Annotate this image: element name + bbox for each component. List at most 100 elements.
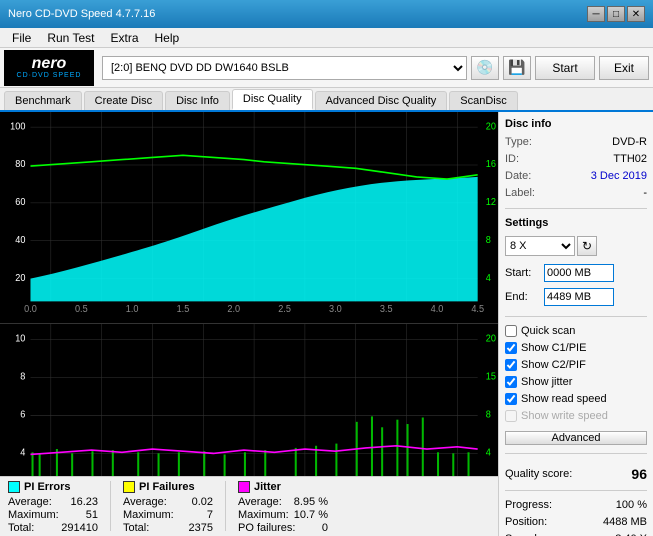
disc-id-row: ID: TTH02 — [505, 153, 647, 165]
pi-errors-title: PI Errors — [24, 481, 70, 493]
quick-scan-checkbox[interactable] — [505, 325, 517, 337]
disc-info-title: Disc info — [505, 118, 647, 130]
tab-disc-info[interactable]: Disc Info — [165, 91, 230, 110]
advanced-button[interactable]: Advanced — [505, 431, 647, 445]
svg-text:80: 80 — [15, 159, 25, 170]
end-input[interactable] — [544, 288, 614, 306]
pi-errors-total-label: Total: — [8, 522, 34, 534]
show-read-speed-row: Show read speed — [505, 393, 647, 405]
minimize-button[interactable]: ─ — [587, 6, 605, 22]
show-c2-row: Show C2/PIF — [505, 359, 647, 371]
pi-errors-group: PI Errors Average: 16.23 Maximum: 51 Tot… — [8, 481, 98, 534]
disc-date-row: Date: 3 Dec 2019 — [505, 170, 647, 182]
svg-text:0.0: 0.0 — [24, 304, 37, 315]
jitter-avg: Average: 8.95 % — [238, 496, 328, 508]
titlebar-title: Nero CD-DVD Speed 4.7.7.16 — [8, 8, 155, 20]
jitter-max: Maximum: 10.7 % — [238, 509, 328, 521]
exit-button[interactable]: Exit — [599, 56, 649, 80]
progress-label: Progress: — [505, 499, 552, 511]
save-button[interactable]: 💾 — [503, 56, 531, 80]
tab-disc-quality[interactable]: Disc Quality — [232, 89, 313, 110]
close-button[interactable]: ✕ — [627, 6, 645, 22]
progress-value: 100 % — [616, 499, 647, 511]
start-input[interactable] — [544, 264, 614, 282]
show-read-speed-label: Show read speed — [521, 393, 607, 405]
menu-extra[interactable]: Extra — [102, 28, 146, 47]
pi-failures-max-val: 7 — [207, 509, 213, 521]
progress-row: Progress: 100 % — [505, 499, 647, 511]
tab-create-disc[interactable]: Create Disc — [84, 91, 163, 110]
tab-benchmark[interactable]: Benchmark — [4, 91, 82, 110]
jitter-group: Jitter Average: 8.95 % Maximum: 10.7 % P… — [238, 481, 328, 534]
divider-2 — [505, 316, 647, 317]
pi-errors-color — [8, 481, 20, 493]
pi-errors-total: Total: 291410 — [8, 522, 98, 534]
pi-errors-avg: Average: 16.23 — [8, 496, 98, 508]
jitter-max-val: 10.7 % — [294, 509, 328, 521]
start-button[interactable]: Start — [535, 56, 595, 80]
upper-chart: 100 80 60 40 20 20 16 12 8 4 0.0 0.5 1.0… — [0, 112, 498, 324]
jitter-avg-val: 8.95 % — [294, 496, 328, 508]
svg-text:10: 10 — [15, 333, 25, 344]
svg-text:60: 60 — [15, 197, 25, 208]
disc-date-label: Date: — [505, 170, 531, 182]
pi-errors-avg-val: 16.23 — [70, 496, 98, 508]
show-jitter-checkbox[interactable] — [505, 376, 517, 388]
pi-failures-color — [123, 481, 135, 493]
pi-errors-total-val: 291410 — [61, 522, 98, 534]
start-field-row: Start: — [505, 264, 647, 282]
quality-label: Quality score: — [505, 468, 572, 480]
tab-bar: Benchmark Create Disc Disc Info Disc Qua… — [0, 88, 653, 112]
svg-text:2.5: 2.5 — [278, 304, 291, 315]
divider-4 — [505, 490, 647, 491]
tab-scan-disc[interactable]: ScanDisc — [449, 91, 517, 110]
jitter-header: Jitter — [238, 481, 328, 493]
app-logo: nero CD·DVD SPEED — [4, 50, 94, 86]
svg-text:1.0: 1.0 — [126, 304, 139, 315]
pi-failures-avg: Average: 0.02 — [123, 496, 213, 508]
show-c1-label: Show C1/PIE — [521, 342, 586, 354]
position-row: Position: 4488 MB — [505, 516, 647, 528]
svg-text:8: 8 — [486, 409, 491, 420]
svg-text:16: 16 — [486, 159, 496, 170]
jitter-avg-label: Average: — [238, 496, 282, 508]
svg-text:20: 20 — [15, 273, 25, 284]
refresh-button[interactable]: ↻ — [577, 236, 597, 256]
pi-errors-max: Maximum: 51 — [8, 509, 98, 521]
quick-scan-row: Quick scan — [505, 325, 647, 337]
disc-icon-button[interactable]: 💿 — [471, 56, 499, 80]
svg-text:20: 20 — [486, 333, 496, 344]
show-c1-row: Show C1/PIE — [505, 342, 647, 354]
toolbar: nero CD·DVD SPEED [2:0] BENQ DVD DD DW16… — [0, 48, 653, 88]
speed-selector[interactable]: 8 X — [505, 236, 575, 256]
right-panel: Disc info Type: DVD-R ID: TTH02 Date: 3 … — [498, 112, 653, 536]
tab-advanced-disc-quality[interactable]: Advanced Disc Quality — [315, 91, 448, 110]
pi-failures-total-val: 2375 — [189, 522, 213, 534]
show-c2-checkbox[interactable] — [505, 359, 517, 371]
end-label: End: — [505, 291, 540, 303]
show-write-speed-checkbox — [505, 410, 517, 422]
menu-run-test[interactable]: Run Test — [39, 28, 102, 47]
charts-area: 100 80 60 40 20 20 16 12 8 4 0.0 0.5 1.0… — [0, 112, 498, 536]
po-failures: PO failures: 0 — [238, 522, 328, 534]
maximize-button[interactable]: □ — [607, 6, 625, 22]
svg-text:0.5: 0.5 — [75, 304, 88, 315]
disc-label-label: Label: — [505, 187, 535, 199]
menu-file[interactable]: File — [4, 28, 39, 47]
svg-text:40: 40 — [15, 235, 25, 246]
svg-text:4.5: 4.5 — [471, 304, 484, 315]
quick-scan-label: Quick scan — [521, 325, 575, 337]
jitter-title: Jitter — [254, 481, 281, 493]
menubar: File Run Test Extra Help — [0, 28, 653, 48]
show-c1-checkbox[interactable] — [505, 342, 517, 354]
svg-text:1.5: 1.5 — [177, 304, 190, 315]
show-read-speed-checkbox[interactable] — [505, 393, 517, 405]
titlebar: Nero CD-DVD Speed 4.7.7.16 ─ □ ✕ — [0, 0, 653, 28]
position-value: 4488 MB — [603, 516, 647, 528]
drive-selector[interactable]: [2:0] BENQ DVD DD DW1640 BSLB — [102, 56, 467, 80]
quality-score: 96 — [631, 466, 647, 482]
menu-help[interactable]: Help — [147, 28, 188, 47]
pi-failures-avg-label: Average: — [123, 496, 167, 508]
show-write-speed-label: Show write speed — [521, 410, 608, 422]
svg-text:3.0: 3.0 — [329, 304, 342, 315]
